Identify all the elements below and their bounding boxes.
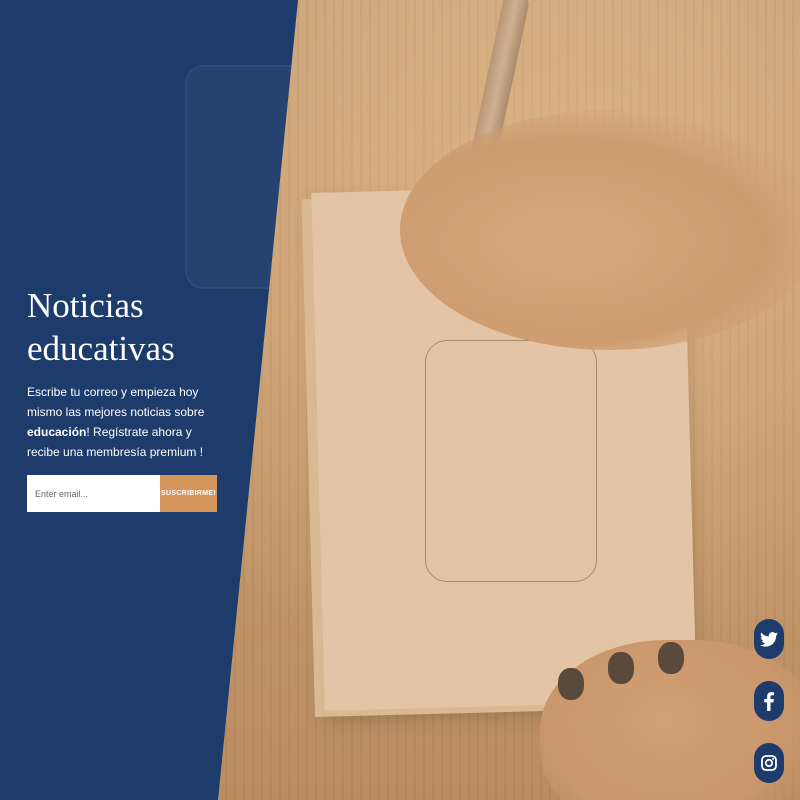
hero-section: Noticias educativas Escribe tu correo y … [0, 0, 800, 800]
facebook-link[interactable] [754, 681, 784, 721]
title-line-2: educativas [27, 329, 175, 368]
page-title: Noticias educativas [27, 284, 227, 370]
nail-decoration [658, 642, 684, 674]
instagram-icon [761, 755, 777, 771]
description-highlight: educación [27, 425, 87, 439]
hero-description: Escribe tu correo y empieza hoy mismo la… [27, 382, 227, 462]
facebook-icon [764, 691, 774, 711]
title-line-1: Noticias [27, 286, 144, 325]
hero-content: Noticias educativas Escribe tu correo y … [27, 284, 227, 462]
subscribe-form: SUSCRIBIRME! [27, 475, 217, 512]
hand-illustration [400, 110, 800, 350]
phone-sketch-illustration [425, 340, 597, 582]
nail-decoration [558, 668, 584, 700]
nail-decoration [608, 652, 634, 684]
subscribe-button[interactable]: SUSCRIBIRME! [160, 475, 217, 512]
instagram-link[interactable] [754, 743, 784, 783]
email-input[interactable] [27, 475, 160, 512]
description-text: Escribe tu correo y empieza hoy mismo la… [27, 385, 205, 419]
twitter-icon [760, 631, 778, 647]
twitter-link[interactable] [754, 619, 784, 659]
